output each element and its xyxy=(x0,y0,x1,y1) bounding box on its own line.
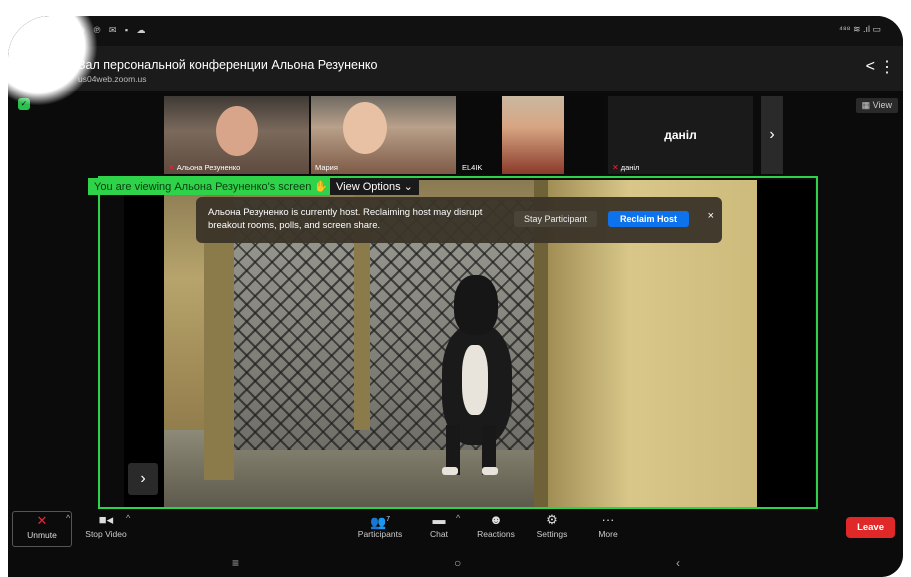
participant-name: ✕ Альона Резуненко xyxy=(168,163,241,172)
stop-video-button[interactable]: ■◂ Stop Video xyxy=(80,511,132,539)
leave-button[interactable]: Leave xyxy=(846,517,895,538)
stay-participant-button[interactable]: Stay Participant xyxy=(514,211,598,227)
ellipsis-icon: ··· xyxy=(601,512,615,527)
participants-label: Participants xyxy=(357,529,403,539)
lock-icon: 🔒 xyxy=(58,63,72,75)
mic-muted-icon: ✕ xyxy=(36,513,48,528)
participant-name: Мария xyxy=(315,163,338,172)
viewing-screen-label: You are viewing Альона Резуненко's scree… xyxy=(88,178,335,195)
participants-button[interactable]: 👥7 Participants xyxy=(352,511,408,539)
participant-name: ✕ даніл xyxy=(612,163,640,172)
security-shield-icon[interactable]: ✓ xyxy=(18,98,30,110)
share-icon[interactable]: < xyxy=(866,58,875,76)
app-bar: ← 🔒 Зал персональной конференции Альона … xyxy=(8,46,903,91)
mic-muted-icon: ✕ xyxy=(612,163,619,172)
settings-label: Settings xyxy=(536,529,568,539)
reclaim-host-button[interactable]: Reclaim Host xyxy=(608,211,690,227)
chat-options-caret[interactable]: ^ xyxy=(456,513,460,523)
status-right-icons: ⁴⁸⁸ ≋ .ıl ▭ xyxy=(838,24,881,34)
banner-message: Альона Резуненко is currently host. Recl… xyxy=(208,207,483,231)
meeting-title: Зал персональной конференции Альона Резу… xyxy=(78,58,378,72)
meeting-url: us04web.zoom.us xyxy=(78,74,147,84)
more-label: More xyxy=(598,529,618,539)
next-participants-button[interactable]: › xyxy=(761,96,783,174)
reactions-label: Reactions xyxy=(477,529,515,539)
more-button[interactable]: ··· More xyxy=(590,511,626,539)
video-camera-icon: ■◂ xyxy=(98,512,114,527)
view-button[interactable]: ▦ View xyxy=(855,98,898,113)
mic-muted-icon: ✕ xyxy=(168,163,175,172)
meeting-toolbar: ✕ Unmute ^ ■◂ Stop Video ^ 👥7 Participan… xyxy=(8,511,903,549)
nav-back-icon[interactable]: ‹ xyxy=(676,556,680,570)
unmute-label: Unmute xyxy=(27,530,57,540)
video-options-caret[interactable]: ^ xyxy=(126,513,130,523)
system-nav-bar: ≡ ○ ‹ xyxy=(8,550,903,577)
participants-icon: 👥7 xyxy=(369,514,391,530)
gear-icon: ⚙ xyxy=(546,512,558,527)
more-menu-icon[interactable]: ⋮ xyxy=(879,57,895,77)
view-options-button[interactable]: View Options ⌄ xyxy=(330,178,419,195)
audio-options-caret[interactable]: ^ xyxy=(66,513,70,523)
nav-menu-icon[interactable]: ≡ xyxy=(232,556,239,570)
unmute-button[interactable]: ✕ Unmute xyxy=(12,511,72,547)
participant-video xyxy=(216,106,258,156)
view-button-label: View xyxy=(872,100,892,110)
app-frame: • ⊙ ℗ ✉ ▪ ☁ ⁴⁸⁸ ≋ .ıl ▭ ← 🔒 Зал персонал… xyxy=(8,16,903,577)
participant-tile[interactable]: EL4IK xyxy=(458,96,603,174)
participant-tile[interactable]: Мария xyxy=(311,96,456,174)
close-icon[interactable]: × xyxy=(708,210,714,222)
settings-button[interactable]: ⚙ Settings xyxy=(532,511,572,539)
participant-video xyxy=(343,102,387,154)
chat-bubble-icon: ▬ xyxy=(432,512,446,527)
reactions-button[interactable]: ☻ Reactions xyxy=(472,511,520,539)
participant-tile[interactable]: даніл ✕ даніл xyxy=(608,96,753,174)
nav-home-icon[interactable]: ○ xyxy=(454,556,461,570)
reclaim-host-banner: Альона Резуненко is currently host. Recl… xyxy=(196,197,722,243)
reaction-smiley-icon: ☻ xyxy=(489,512,503,527)
participant-tile[interactable]: ✕ Альона Резуненко xyxy=(164,96,309,174)
participant-name: EL4IK xyxy=(462,163,483,172)
status-left-icons: • ⊙ ℗ ✉ ▪ ☁ xyxy=(66,25,149,35)
chat-button[interactable]: ▬ Chat xyxy=(424,511,454,539)
participant-avatar-name: даніл xyxy=(664,128,697,142)
stop-video-label: Stop Video xyxy=(85,529,127,539)
participant-video xyxy=(502,96,564,174)
status-bar: • ⊙ ℗ ✉ ▪ ☁ ⁴⁸⁸ ≋ .ıl ▭ xyxy=(8,16,903,46)
back-arrow-icon[interactable]: ← xyxy=(20,58,38,76)
next-page-button[interactable]: › xyxy=(128,463,158,495)
chat-label: Chat xyxy=(430,529,448,539)
